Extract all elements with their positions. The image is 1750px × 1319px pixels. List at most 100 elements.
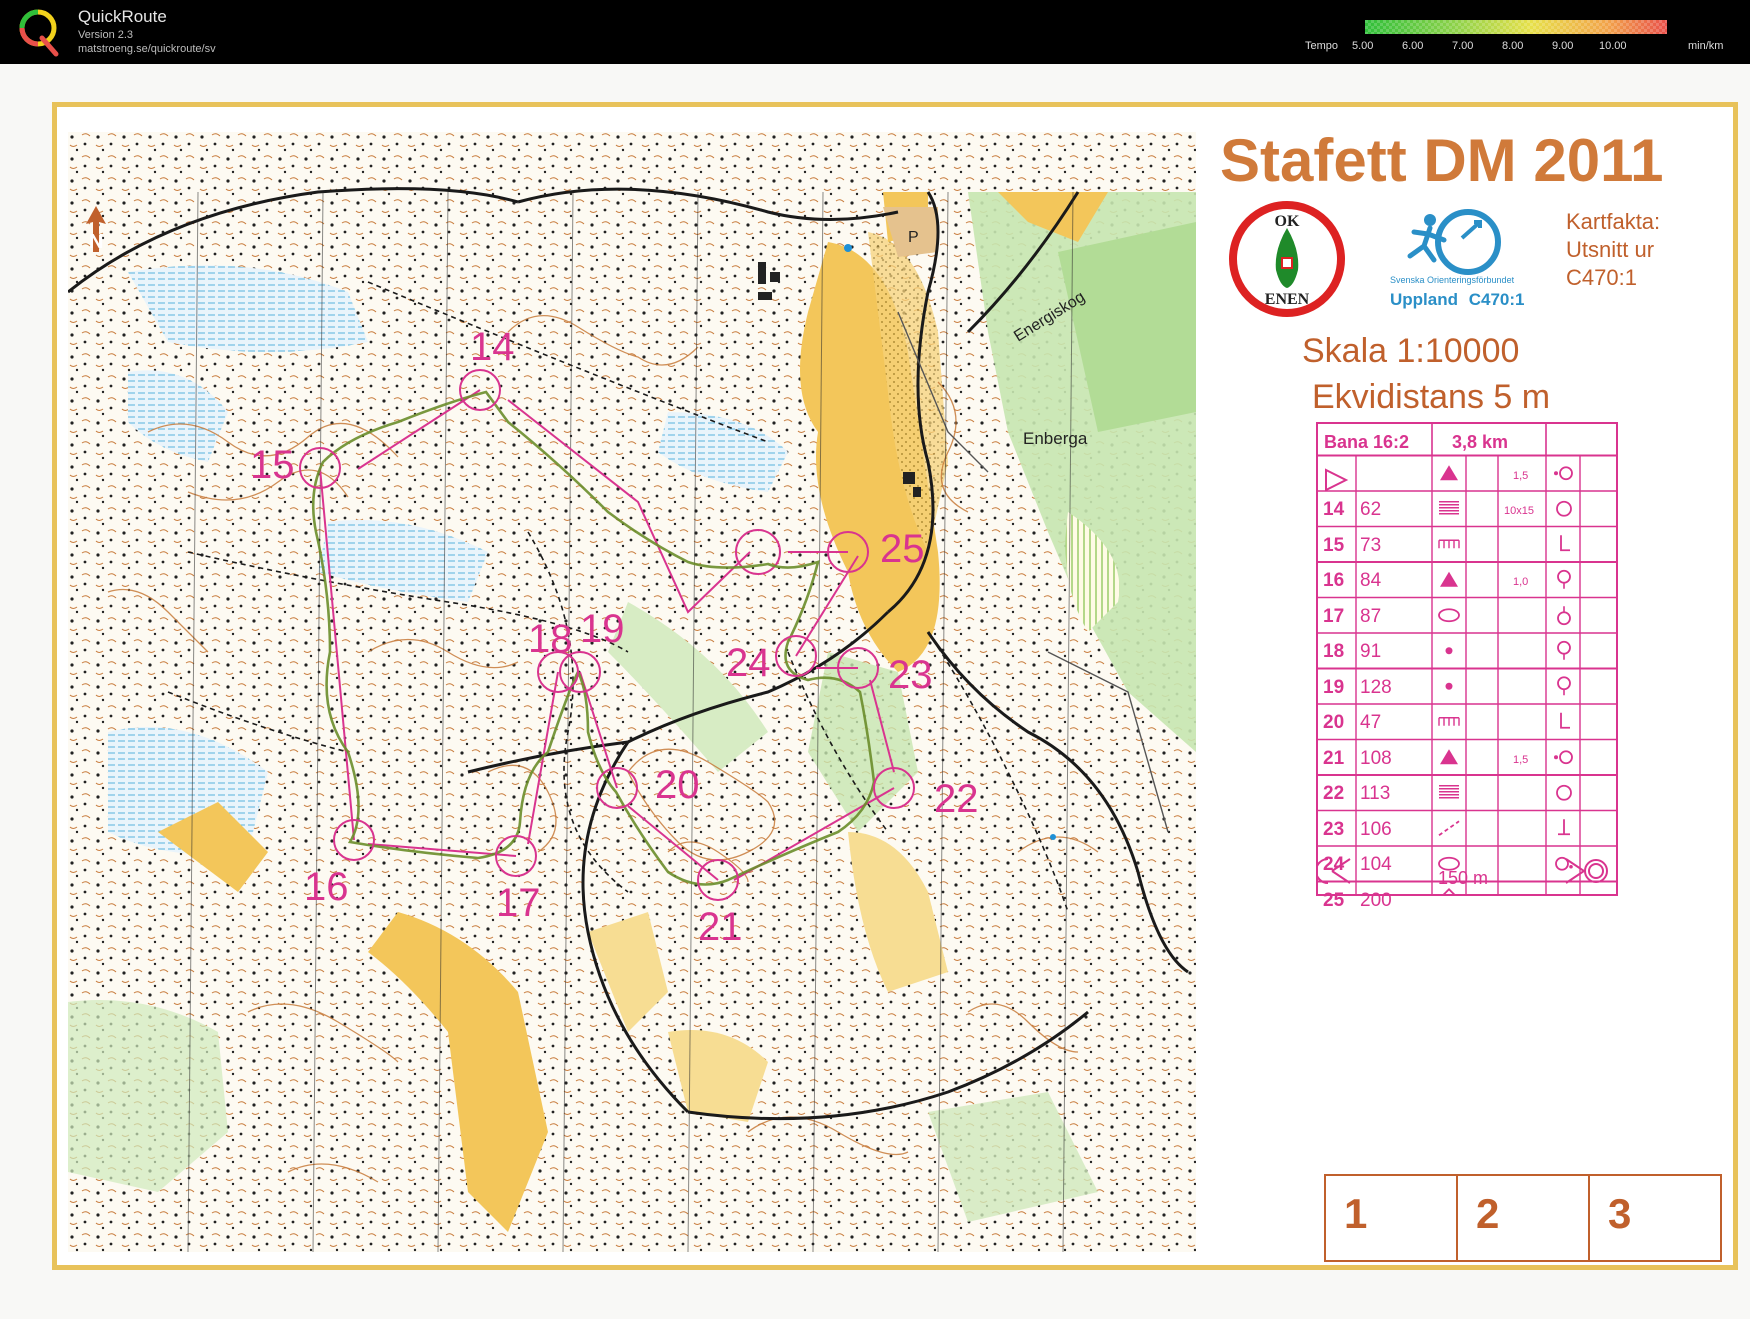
map-equidistance: Ekvidistans 5 m bbox=[1312, 378, 1551, 416]
circle-bottom-icon bbox=[1557, 640, 1571, 660]
dot-left-circle-icon bbox=[1554, 466, 1573, 481]
control-number-label: 19 bbox=[580, 607, 625, 651]
stripes-icon bbox=[1439, 501, 1459, 515]
stripes-icon bbox=[1439, 785, 1459, 799]
control-number-label: 23 bbox=[888, 653, 933, 697]
control-sequence-number: 16 bbox=[1323, 570, 1345, 591]
circle-icon bbox=[1556, 500, 1572, 517]
foot-icon bbox=[1560, 535, 1570, 552]
club-logo-bottom-text: ENEN bbox=[1265, 291, 1310, 308]
map-facts-line: C470:1 bbox=[1566, 265, 1637, 290]
club-logo-icon: OK ENEN bbox=[1229, 201, 1345, 317]
ellipse-icon bbox=[1438, 608, 1460, 623]
tempo-unit: min/km bbox=[1688, 40, 1724, 52]
control-code: 62 bbox=[1360, 499, 1382, 520]
triangle-up-icon bbox=[1440, 749, 1458, 765]
app-url[interactable]: matstroeng.se/quickroute/sv bbox=[78, 43, 216, 55]
control-number-label: 15 bbox=[250, 443, 295, 487]
map-facts: Kartfakta: Utsnitt ur C470:1 bbox=[1566, 208, 1660, 292]
tempo-tick: 7.00 bbox=[1452, 40, 1474, 52]
map-sheet: P Energiskog Enberga N 14 15 16 17 18 19… bbox=[0, 64, 1750, 1319]
tempo-tick: 9.00 bbox=[1552, 40, 1574, 52]
control-dimension: 10x15 bbox=[1504, 505, 1534, 517]
diamond-icon bbox=[1442, 887, 1456, 894]
quickroute-header: QuickRoute Version 2.3 matstroeng.se/qui… bbox=[0, 0, 1750, 64]
control-code: 128 bbox=[1360, 676, 1392, 698]
control-number-label: 22 bbox=[934, 777, 979, 821]
control-code: 200 bbox=[1360, 889, 1392, 911]
control-sequence-number: 22 bbox=[1323, 783, 1345, 804]
start-triangle-icon bbox=[1325, 468, 1349, 492]
federation-name: Svenska Orienteringsförbundet bbox=[1390, 275, 1515, 285]
control-number-label: 20 bbox=[655, 763, 700, 807]
relay-leg-boxes: 1 2 3 bbox=[1324, 1174, 1722, 1262]
triangle-up-icon bbox=[1440, 571, 1458, 587]
control-number-label: 25 bbox=[880, 527, 925, 571]
control-number-label: 18 bbox=[528, 617, 573, 661]
control-sequence-number: 18 bbox=[1323, 641, 1345, 662]
foot-icon bbox=[1560, 712, 1570, 729]
relay-leg-number: 1 bbox=[1344, 1190, 1368, 1237]
control-number-label: 24 bbox=[726, 641, 771, 685]
federation-region: Uppland C470:1 bbox=[1390, 290, 1525, 310]
relay-box: 2 bbox=[1458, 1176, 1590, 1260]
svg-text:N: N bbox=[89, 231, 103, 253]
map-title: Stafett DM 2011 bbox=[1220, 127, 1664, 194]
region-name: Uppland bbox=[1390, 290, 1458, 309]
app-version: Version 2.3 bbox=[78, 29, 134, 41]
circle-icon bbox=[1556, 784, 1572, 801]
control-sequence-number: 23 bbox=[1323, 818, 1345, 840]
map-facts-line: Utsnitt ur bbox=[1566, 237, 1655, 262]
control-number-label: 17 bbox=[496, 881, 541, 925]
circle-bottom-icon bbox=[1557, 569, 1571, 589]
dot-icon bbox=[1445, 647, 1453, 655]
relay-box: 3 bbox=[1590, 1176, 1720, 1260]
parking-label: P bbox=[908, 229, 919, 246]
control-code: 113 bbox=[1360, 783, 1391, 804]
control-code: 106 bbox=[1360, 818, 1392, 840]
tempo-tick: 10.00 bbox=[1599, 40, 1627, 52]
control-code: 84 bbox=[1360, 570, 1382, 591]
comb-icon bbox=[1438, 716, 1460, 726]
map-scale: Skala 1:10000 bbox=[1302, 332, 1520, 370]
control-code: 87 bbox=[1360, 605, 1382, 627]
circle-right-icon bbox=[1555, 856, 1573, 871]
club-logo-top-text: OK bbox=[1275, 213, 1300, 230]
control-number-label: 14 bbox=[470, 325, 515, 369]
control-code: 73 bbox=[1360, 534, 1382, 556]
circle-bottom-icon bbox=[1557, 676, 1571, 696]
control-sequence-number: 25 bbox=[1323, 889, 1345, 911]
control-sequence-number: 14 bbox=[1323, 499, 1345, 520]
control-dimension: 1,0 bbox=[1513, 576, 1529, 588]
control-code: 108 bbox=[1360, 747, 1392, 769]
relay-leg-number: 2 bbox=[1476, 1190, 1500, 1237]
control-code: 104 bbox=[1360, 854, 1392, 875]
tempo-tick: 8.00 bbox=[1502, 40, 1524, 52]
control-sequence-number: 21 bbox=[1323, 747, 1345, 769]
control-sequence-number: 17 bbox=[1323, 605, 1345, 627]
tempo-tick: 6.00 bbox=[1402, 40, 1424, 52]
control-code: 47 bbox=[1360, 712, 1382, 733]
tempo-tick: 5.00 bbox=[1352, 40, 1374, 52]
orienteering-map[interactable]: P Energiskog Enberga N 141516 1718 19202… bbox=[68, 132, 1196, 1252]
control-description-sheet: Bana 16:2 3,8 km 1,5 14 62 10x15 15 73 16 84 1,0… bbox=[1316, 422, 1618, 911]
app-name: QuickRoute bbox=[78, 7, 167, 26]
control-sequence-number: 15 bbox=[1323, 534, 1345, 556]
diagonal-dash-icon bbox=[1438, 820, 1460, 836]
control-dimension: 1,5 bbox=[1513, 469, 1529, 482]
triangle-up-icon bbox=[1440, 465, 1458, 481]
control-sequence-number: 19 bbox=[1323, 676, 1345, 698]
tempo-color-scale bbox=[1365, 20, 1667, 34]
license-number: C470:1 bbox=[1468, 290, 1525, 309]
quickroute-logo-icon bbox=[19, 9, 59, 57]
control-number-label: 16 bbox=[304, 865, 349, 909]
course-length: 3,8 km bbox=[1452, 432, 1509, 452]
t-bar-icon bbox=[1558, 819, 1570, 836]
course-name: Bana 16:2 bbox=[1324, 432, 1410, 452]
map-facts-line: Kartfakta: bbox=[1566, 209, 1661, 234]
dot-icon bbox=[1445, 682, 1453, 690]
comb-icon bbox=[1438, 539, 1460, 549]
relay-box: 1 bbox=[1326, 1176, 1458, 1260]
dot-left-circle-icon bbox=[1554, 750, 1573, 765]
circle-top-icon bbox=[1557, 606, 1571, 626]
